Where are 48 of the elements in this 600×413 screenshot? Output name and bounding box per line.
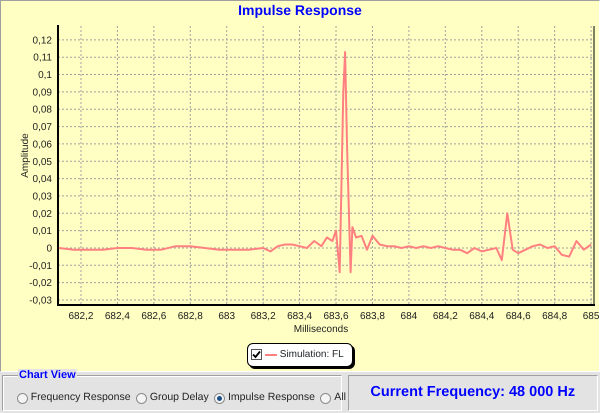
y-tick-label: 0,06 xyxy=(32,138,52,150)
y-tick-label: 0,07 xyxy=(32,122,52,133)
y-tick-label: 0,12 xyxy=(32,34,52,46)
chart-title: Impulse Response xyxy=(238,1,362,18)
x-axis-title: Milliseconds xyxy=(294,324,348,334)
x-tick-label: 683,4 xyxy=(287,310,312,322)
current-frequency-label: Current Frequency: 48 000 Hz xyxy=(370,383,576,402)
radio-button[interactable] xyxy=(136,392,148,404)
y-tick-label: 0 xyxy=(46,242,52,254)
y-tick-label: 0,03 xyxy=(32,190,52,202)
legend-checkbox[interactable] xyxy=(251,349,262,360)
radio-button[interactable] xyxy=(214,392,226,404)
y-tick-label: -0,02 xyxy=(29,278,52,289)
y-tick-label: 0,1 xyxy=(38,70,52,81)
radio-label[interactable]: Group Delay xyxy=(150,390,209,406)
x-tick-label: 684,8 xyxy=(542,310,568,322)
x-tick-label: 683 xyxy=(218,310,236,322)
series-line-icon xyxy=(265,352,278,356)
radio-button[interactable] xyxy=(17,392,28,404)
x-tick-label: 683,8 xyxy=(360,310,385,322)
x-tick-label: 684,2 xyxy=(432,310,458,322)
x-tick-label: 684 xyxy=(400,310,418,322)
x-tick-label: 682,4 xyxy=(104,310,130,322)
y-axis-title: Amplitude xyxy=(20,132,31,178)
x-tick-label: 682,6 xyxy=(141,310,166,322)
y-tick-label: 0,11 xyxy=(33,52,52,64)
y-tick-label: 0,04 xyxy=(32,174,52,185)
radio-button[interactable] xyxy=(320,392,332,404)
radio-label[interactable]: All xyxy=(334,390,346,406)
radio-label[interactable]: Frequency Response xyxy=(30,390,131,406)
y-tick-label: 0,05 xyxy=(32,156,52,168)
y-tick-label: -0,01 xyxy=(29,260,52,272)
y-tick-label: -0,03 xyxy=(29,294,52,306)
x-tick-label: 682,8 xyxy=(178,310,203,322)
legend-label: Simulation: FL xyxy=(280,348,344,362)
x-tick-label: 684,6 xyxy=(506,310,531,322)
group-title: Chart View xyxy=(18,369,77,381)
x-tick-label: 682,2 xyxy=(68,310,94,322)
legend-item[interactable]: Simulation: FL xyxy=(247,342,353,366)
x-tick-label: 684,4 xyxy=(469,310,494,322)
y-tick-label: 0,02 xyxy=(32,208,52,220)
x-tick-label: 683,2 xyxy=(250,310,276,322)
x-tick-label: 683,6 xyxy=(324,310,349,322)
radio-label[interactable]: Impulse Response xyxy=(228,390,315,406)
y-tick-label: 0,08 xyxy=(32,104,52,116)
y-tick-label: 0,09 xyxy=(32,86,52,98)
y-tick-label: 0,01 xyxy=(32,226,52,237)
x-tick-label: 685 xyxy=(582,310,600,322)
